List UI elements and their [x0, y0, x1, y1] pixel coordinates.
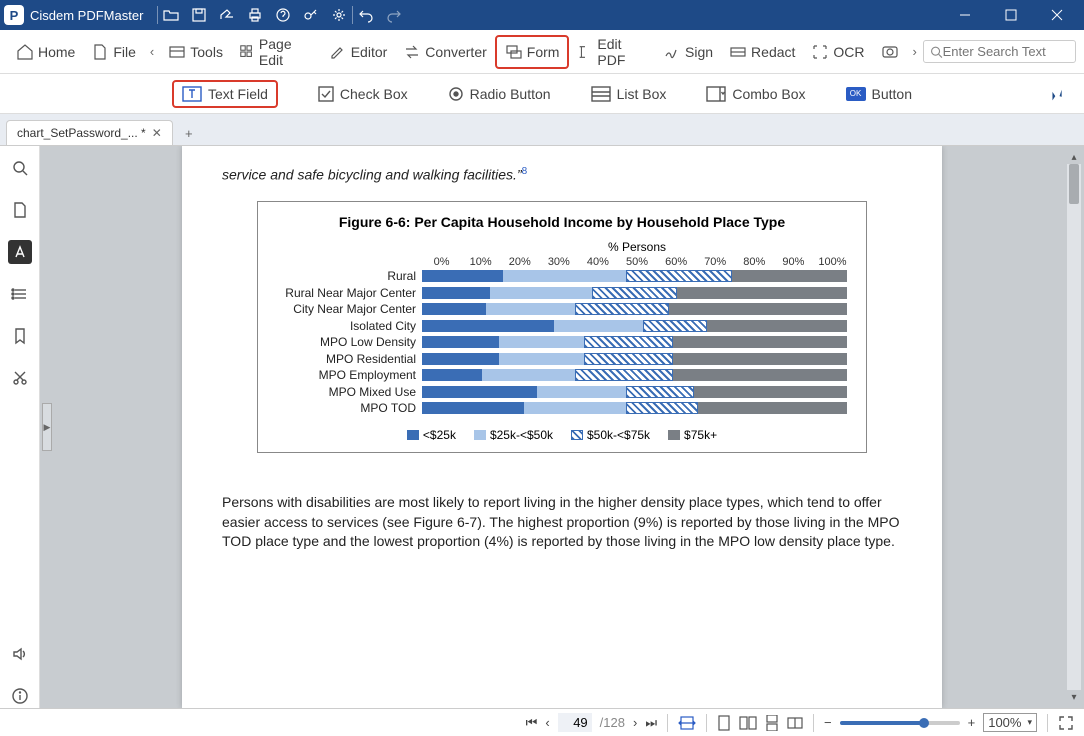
open-icon[interactable] — [162, 6, 180, 24]
document-tab[interactable]: chart_SetPassword_... * ✕ — [6, 120, 173, 145]
next-page-icon[interactable]: › — [633, 715, 637, 730]
chart-bar-row: Rural Near Major Center — [272, 285, 852, 301]
status-bar: ⏮ ‹ /128 › ⏭ − + 100%▾ — [0, 708, 1084, 736]
last-page-icon[interactable]: ⏭ — [645, 715, 657, 731]
tab-label: chart_SetPassword_... * — [17, 126, 146, 140]
page-edit-button[interactable]: Page Edit — [231, 30, 321, 74]
read-mode-icon[interactable] — [787, 715, 803, 731]
editor-button[interactable]: Editor — [321, 37, 396, 67]
zoom-in-icon[interactable]: + — [968, 715, 976, 730]
expand-sidebar-handle[interactable]: ▶ — [42, 403, 52, 451]
chart-bar-row: MPO Employment — [272, 367, 852, 383]
list-box-tool[interactable]: List Box — [591, 86, 667, 102]
zoom-slider[interactable] — [840, 721, 960, 725]
print-icon[interactable] — [246, 6, 264, 24]
title-bar: P Cisdem PDFMaster — [0, 0, 1084, 30]
page-nav: ⏮ ‹ /128 › ⏭ — [526, 713, 657, 732]
left-sidebar — [0, 146, 40, 708]
new-tab-button[interactable]: + — [177, 121, 201, 145]
vertical-scrollbar[interactable]: ▴ ▾ — [1066, 150, 1082, 704]
converter-button[interactable]: Converter — [395, 37, 494, 67]
sidebar-page-icon[interactable] — [8, 198, 32, 222]
combo-box-tool[interactable]: Combo Box — [706, 86, 805, 102]
search-input[interactable] — [943, 44, 1069, 59]
tools-button[interactable]: Tools — [160, 37, 231, 67]
sign-button[interactable]: Sign — [655, 37, 721, 67]
redo-icon[interactable] — [385, 6, 403, 24]
ocr-button[interactable]: OCR — [803, 37, 872, 67]
file-button[interactable]: File — [83, 37, 144, 67]
prev-page-icon[interactable]: ‹ — [545, 715, 549, 730]
help-icon[interactable] — [274, 6, 292, 24]
share-icon[interactable] — [218, 6, 236, 24]
text-field-tool[interactable]: Text Field — [172, 80, 278, 108]
chart-ticks: 0%10%20%30%40%50%60%70%80%90%100% — [422, 256, 852, 268]
undo-icon[interactable] — [357, 6, 375, 24]
chart-figure: Figure 6-6: Per Capita Household Income … — [257, 201, 867, 454]
search-box[interactable] — [923, 40, 1076, 63]
document-viewport: ▶ ▴ ▾ service and safe bicycling and wal… — [40, 146, 1084, 708]
edit-pdf-button[interactable]: Edit PDF — [569, 30, 655, 74]
chart-bar-row: Rural — [272, 268, 852, 284]
sidebar-sound-icon[interactable] — [8, 642, 32, 666]
pdf-page: service and safe bicycling and walking f… — [182, 146, 942, 708]
chart-bar-row: MPO Mixed Use — [272, 384, 852, 400]
sidebar-font-icon[interactable] — [8, 240, 32, 264]
chart-bar-row: MPO TOD — [272, 400, 852, 416]
form-sub-toolbar: Text Field Check Box Radio Button List B… — [0, 74, 1084, 114]
sidebar-search-icon[interactable] — [8, 156, 32, 180]
divider — [157, 6, 158, 24]
maximize-button[interactable] — [988, 0, 1034, 30]
check-box-tool[interactable]: Check Box — [318, 86, 408, 102]
close-tab-icon[interactable]: ✕ — [152, 126, 162, 140]
body-paragraph: Persons with disabilities are most likel… — [222, 493, 902, 552]
button-tool[interactable]: OKButton — [846, 86, 912, 102]
close-button[interactable] — [1034, 0, 1080, 30]
quote-text: service and safe bicycling and walking f… — [222, 166, 902, 183]
main-toolbar: Home File ‹ Tools Page Edit Editor Conve… — [0, 30, 1084, 74]
footnote-ref[interactable]: 8 — [522, 166, 528, 177]
scroll-up-icon[interactable]: ▴ — [1067, 150, 1081, 164]
chart-bar-row: MPO Residential — [272, 351, 852, 367]
settings-icon[interactable] — [330, 6, 348, 24]
sidebar-outline-icon[interactable] — [8, 282, 32, 306]
chart-bar-row: MPO Low Density — [272, 334, 852, 350]
zoom-out-icon[interactable]: − — [824, 715, 832, 730]
workspace: ▶ ▴ ▾ service and safe bicycling and wal… — [0, 146, 1084, 708]
chart-bars: RuralRural Near Major CenterCity Near Ma… — [272, 268, 852, 416]
app-title: Cisdem PDFMaster — [30, 8, 143, 23]
single-page-icon[interactable] — [717, 715, 731, 731]
continuous-icon[interactable] — [765, 715, 779, 731]
form-button[interactable]: Form — [495, 35, 570, 69]
home-button[interactable]: Home — [8, 37, 83, 67]
page-number-input[interactable] — [558, 713, 592, 732]
sidebar-info-icon[interactable] — [8, 684, 32, 708]
divider — [352, 6, 353, 24]
sidebar-bookmark-icon[interactable] — [8, 324, 32, 348]
zoom-select[interactable]: 100%▾ — [983, 713, 1037, 732]
toolbar-right-arrow[interactable]: › — [907, 38, 923, 65]
screenshot-button[interactable] — [873, 37, 907, 67]
chart-x-axis-label: % Persons — [422, 240, 852, 254]
scroll-down-icon[interactable]: ▾ — [1067, 690, 1081, 704]
key-icon[interactable] — [302, 6, 320, 24]
fullscreen-icon[interactable] — [1058, 715, 1074, 731]
chart-bar-row: City Near Major Center — [272, 301, 852, 317]
chart-legend: <$25k$25k-<$50k$50k-<$75k$75k+ — [272, 428, 852, 442]
fit-width-icon[interactable] — [678, 715, 696, 731]
toolbar-left-arrow[interactable]: ‹ — [144, 38, 160, 65]
total-pages: /128 — [600, 715, 625, 730]
first-page-icon[interactable]: ⏮ — [526, 715, 538, 731]
app-logo: P — [4, 5, 24, 25]
sidebar-cut-icon[interactable] — [8, 366, 32, 390]
minimize-button[interactable] — [942, 0, 988, 30]
pin-icon[interactable] — [1048, 86, 1064, 102]
tab-row: chart_SetPassword_... * ✕ + — [0, 114, 1084, 146]
chart-bar-row: Isolated City — [272, 318, 852, 334]
save-icon[interactable] — [190, 6, 208, 24]
radio-button-tool[interactable]: Radio Button — [448, 86, 551, 102]
chart-title: Figure 6-6: Per Capita Household Income … — [272, 214, 852, 230]
two-page-icon[interactable] — [739, 715, 757, 731]
redact-button[interactable]: Redact — [721, 37, 803, 67]
